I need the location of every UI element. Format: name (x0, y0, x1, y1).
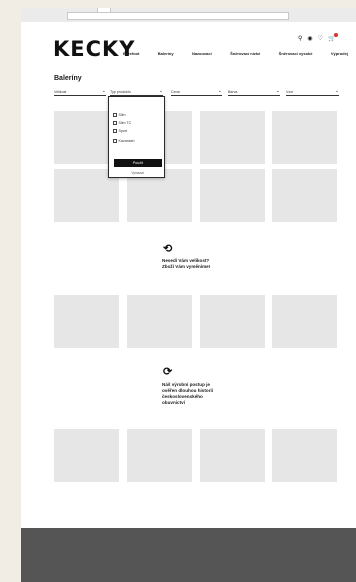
option-sport[interactable]: Sport (113, 129, 127, 133)
promo-history-text: Náš výrobní postup je ověřen dlouhou his… (162, 382, 213, 406)
chevron-down-icon: ⌄ (275, 88, 280, 94)
product-card[interactable] (200, 169, 265, 222)
product-card[interactable] (272, 111, 337, 164)
chevron-down-icon: ⌄ (334, 88, 339, 94)
product-card[interactable] (54, 295, 119, 348)
checkbox[interactable] (113, 113, 117, 117)
product-card[interactable] (200, 295, 265, 348)
wishlist-icon[interactable]: ♡ (318, 35, 323, 43)
option-slim-tc[interactable]: Slim TC (113, 121, 131, 125)
product-card[interactable] (200, 111, 265, 164)
filter-label: Cena (171, 89, 180, 94)
product-card[interactable] (127, 295, 192, 348)
product-card[interactable] (272, 169, 337, 222)
promo-line: obuvnictví (162, 400, 185, 405)
option-kavanach[interactable]: Kavanách (113, 139, 134, 143)
option-label: Slim (118, 113, 126, 117)
account-icon[interactable]: ◉ (307, 35, 312, 43)
page-title: Baleríny (54, 75, 82, 82)
search-icon[interactable]: ⚲ (298, 35, 302, 43)
filter-product-type[interactable]: Typ produktu ⌄ (110, 88, 163, 96)
product-card[interactable] (127, 429, 192, 482)
chevron-down-icon: ⌄ (101, 88, 106, 94)
nav-item-barefoot[interactable]: Barefoot (123, 51, 139, 56)
filter-color[interactable]: Barva ⌄ (228, 88, 280, 96)
product-type-dropdown: Slim Slim TC Sport Kavanách Použít Vymaz… (108, 96, 165, 178)
promo-exchange-text: Nesedí Vám velikost? Zboží Vám vyměníme! (162, 258, 210, 270)
cart-icon[interactable]: 🛒 (328, 33, 338, 43)
nav-item-snerovaci-vysoke[interactable]: Šněrovací vysoké (279, 51, 313, 56)
filter-label: Typ produktu (110, 89, 131, 94)
option-slim[interactable]: Slim (113, 113, 126, 117)
product-card[interactable] (272, 429, 337, 482)
checkbox[interactable] (113, 129, 117, 133)
chevron-down-icon: ⌄ (158, 88, 163, 94)
filter-pattern[interactable]: Vzor ⌄ (286, 88, 339, 96)
option-label: Slim TC (118, 121, 132, 125)
address-bar[interactable] (67, 12, 289, 20)
promo-line: Zboží Vám vyměníme! (162, 264, 211, 269)
checkbox[interactable] (113, 121, 117, 125)
checkbox[interactable] (113, 139, 117, 143)
filter-label: Velikost (54, 89, 67, 94)
apply-button[interactable]: Použít (114, 159, 162, 167)
browser-strip (21, 8, 356, 22)
chevron-down-icon: ⌄ (217, 88, 222, 94)
browser-tab[interactable] (97, 8, 111, 12)
cart-badge (333, 33, 338, 37)
history-icon: ⟳ (163, 366, 173, 378)
filter-size[interactable]: Velikost ⌄ (54, 88, 106, 96)
nav-item-baleriny[interactable]: Baleríny (158, 51, 174, 56)
footer (21, 528, 356, 582)
filter-price[interactable]: Cena ⌄ (171, 88, 222, 96)
filter-label: Vzor (286, 89, 294, 94)
site-logo[interactable]: KECKY (53, 37, 136, 61)
reset-link[interactable]: Vymazat (109, 171, 166, 175)
product-card[interactable] (200, 429, 265, 482)
nav-item-nazouvaci[interactable]: Nazouvací (192, 51, 212, 56)
filter-label: Barva (228, 89, 238, 94)
product-card[interactable] (272, 295, 337, 348)
header-icons: ⚲ ◉ ♡ 🛒 (298, 33, 338, 43)
option-label: Sport (118, 129, 128, 133)
option-label: Kavanách (118, 139, 135, 143)
nav-item-snerovaci-nizke[interactable]: Šněrovací nízké (230, 51, 260, 56)
exchange-icon: ⟲ (163, 243, 173, 255)
main-nav: Barefoot Baleríny Nazouvací Šněrovací ní… (123, 51, 348, 56)
product-card[interactable] (54, 429, 119, 482)
nav-item-vyprodej[interactable]: Výprodej (331, 51, 348, 56)
page-frame: KECKY ⚲ ◉ ♡ 🛒 Barefoot Baleríny Nazouvac… (21, 8, 356, 582)
